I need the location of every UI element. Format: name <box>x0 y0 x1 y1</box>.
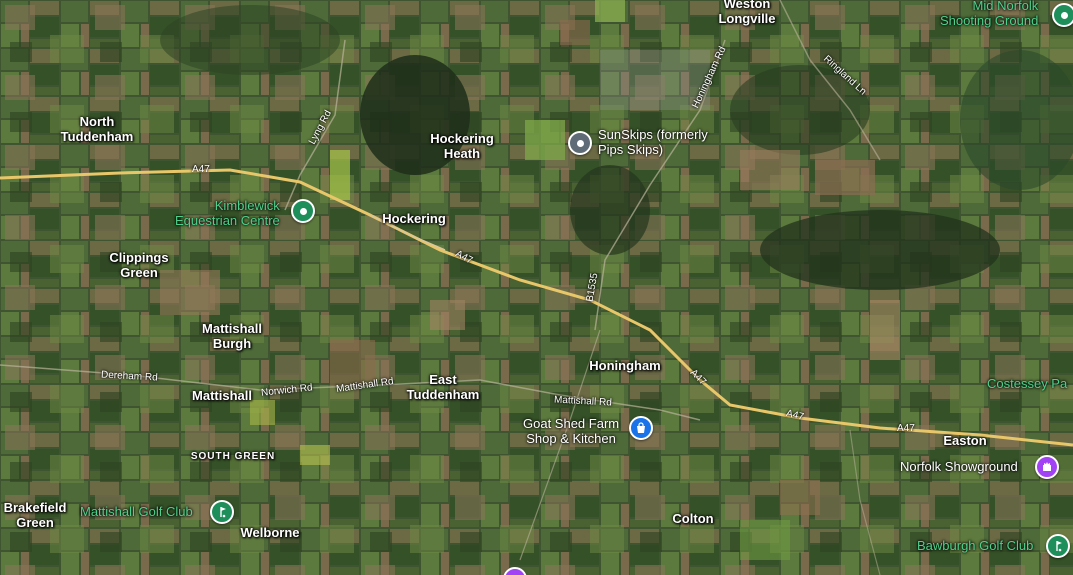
poi-label-mid-norfolk-shooting-ground[interactable]: Mid Norfolk Shooting Ground <box>940 0 1038 28</box>
poi-label-norfolk-showground[interactable]: Norfolk Showground <box>900 459 1018 474</box>
map-pin-icon[interactable] <box>1052 3 1073 27</box>
golf-icon[interactable] <box>210 500 234 524</box>
road-label-a47: A47 <box>897 423 915 434</box>
place-label-south-green: SOUTH GREEN <box>190 451 276 462</box>
place-label-honingham: Honingham <box>589 358 661 373</box>
place-label-hockering-heath: Hockering Heath <box>430 131 494 161</box>
place-label-brakefield-green: Brakefield Green <box>3 500 67 530</box>
place-label-east-tuddenham: East Tuddenham <box>406 372 480 402</box>
place-label-mattishall-burgh: Mattishall Burgh <box>202 321 262 351</box>
place-label-hockering: Hockering <box>382 211 446 226</box>
ticket-icon[interactable] <box>1035 455 1059 479</box>
place-label-colton: Colton <box>672 511 714 526</box>
place-label-clippings-green: Clippings Green <box>109 250 169 280</box>
satellite-imagery <box>0 0 1073 575</box>
place-label-mattishall: Mattishall <box>192 388 252 403</box>
poi-label-kimblewick-equestrian-centre[interactable]: Kimblewick Equestrian Centre <box>175 198 280 228</box>
golf-icon[interactable] <box>1046 534 1070 558</box>
poi-label-sunskips[interactable]: SunSkips (formerly Pips Skips) <box>598 127 708 157</box>
place-label-welborne: Welborne <box>240 525 300 540</box>
satellite-map[interactable]: Weston Longville North Tuddenham Hockeri… <box>0 0 1073 575</box>
poi-label-bawburgh-golf-club[interactable]: Bawburgh Golf Club <box>917 538 1033 553</box>
shopping-bag-icon[interactable] <box>629 416 653 440</box>
place-label-north-tuddenham: North Tuddenham <box>60 114 134 144</box>
place-label-weston-longville: Weston Longville <box>718 0 776 26</box>
place-label-easton: Easton <box>943 433 987 448</box>
map-pin-icon[interactable] <box>291 199 315 223</box>
poi-label-costessey[interactable]: Costessey Pa <box>987 376 1067 391</box>
road-label-a47: A47 <box>192 164 210 175</box>
poi-label-goat-shed-farm[interactable]: Goat Shed Farm Shop & Kitchen <box>523 416 619 446</box>
map-pin-icon[interactable] <box>568 131 592 155</box>
poi-label-mattishall-golf-club[interactable]: Mattishall Golf Club <box>80 504 193 519</box>
